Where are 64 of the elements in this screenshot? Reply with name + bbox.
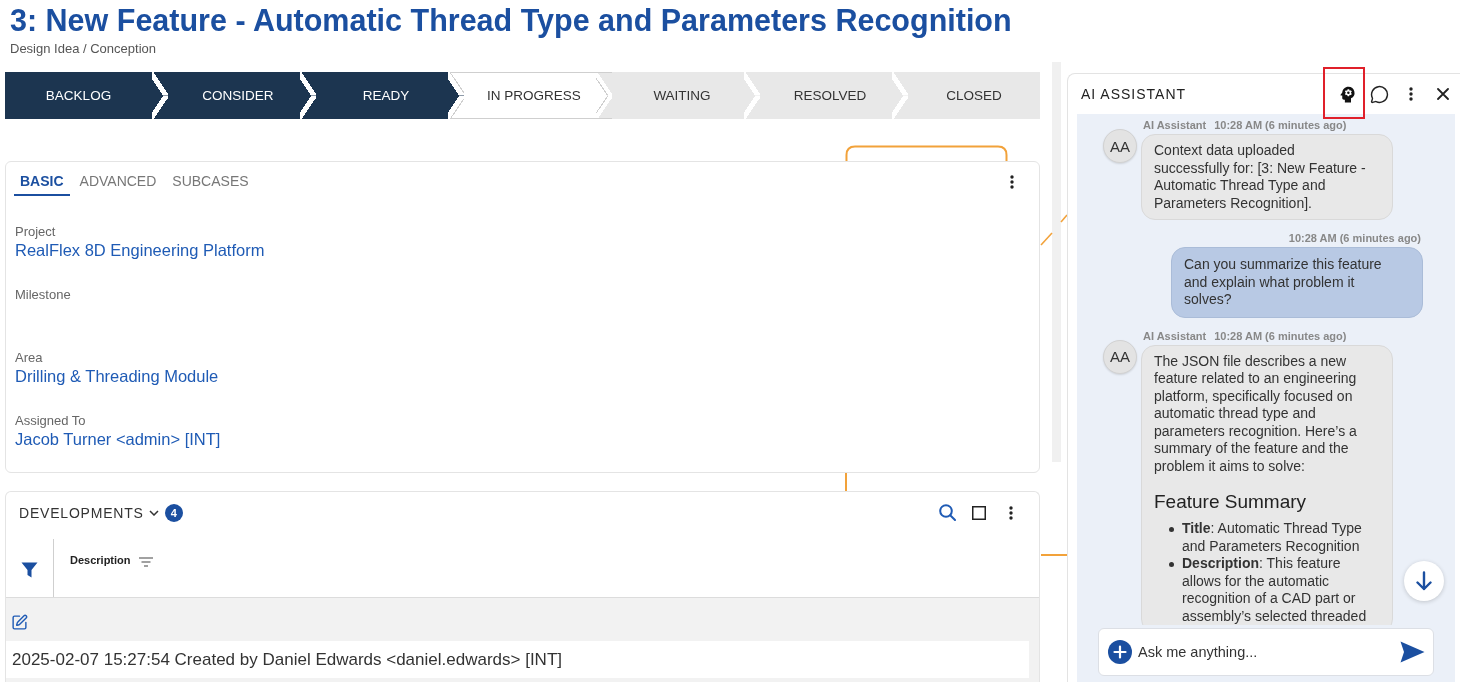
arrow-down-icon bbox=[1416, 571, 1432, 591]
breadcrumb: Design Idea / Conception bbox=[10, 41, 156, 57]
tab[interactable]: ADVANCED bbox=[73, 173, 163, 196]
chevron-down-icon[interactable] bbox=[148, 509, 159, 516]
filter-lines-icon bbox=[138, 557, 153, 567]
count-badge: 4 bbox=[164, 503, 183, 522]
kebab-menu-icon bbox=[1010, 175, 1014, 189]
add-button[interactable] bbox=[1108, 640, 1132, 664]
send-button[interactable] bbox=[1400, 641, 1425, 663]
workflow-stage[interactable]: BACKLOG bbox=[5, 72, 168, 119]
workflow-stage[interactable]: CONSIDER bbox=[168, 72, 316, 119]
column-header[interactable]: Description bbox=[70, 554, 131, 567]
avatar: AA bbox=[1103, 339, 1137, 374]
field-label: Area bbox=[15, 350, 43, 366]
field-label: Project bbox=[15, 224, 56, 240]
field-label: Milestone bbox=[15, 287, 71, 303]
square-icon bbox=[972, 505, 986, 520]
connector-line bbox=[1041, 233, 1052, 245]
list-item-text: Description: This feature allows for the automatic recognition of a CAD part or assembly’s selected threaded bbox=[1182, 555, 1368, 625]
column-filter-button[interactable] bbox=[138, 557, 153, 567]
tab[interactable]: BASIC bbox=[14, 173, 70, 196]
field-label: Assigned To bbox=[15, 413, 86, 429]
connector-line bbox=[845, 473, 847, 491]
workflow-stage[interactable]: WAITING bbox=[612, 72, 760, 119]
scroll-down-button[interactable] bbox=[1404, 561, 1444, 601]
message-text: Context data uploaded successfully for: [3: New Feature - Automatic Thread Type and Parameters Recognition]. bbox=[1154, 142, 1367, 212]
workflow-stage[interactable]: RESOLVED bbox=[760, 72, 908, 119]
message-text: The JSON file describes a new feature related to an engineering platform, specifically focused on automatic thread type and parameters recognition. Here’s a summary of the feature and the problem it aims to solve: bbox=[1154, 352, 1358, 475]
filter-button[interactable] bbox=[21, 561, 38, 578]
message-text: Can you summarize this feature and explain what problem it solves? bbox=[1184, 256, 1383, 309]
bullet-icon bbox=[1169, 562, 1174, 567]
page-title: 3: New Feature - Automatic Thread Type and Parameters Recognition bbox=[10, 2, 1012, 38]
close-icon bbox=[1437, 88, 1449, 100]
connector-line bbox=[1041, 554, 1067, 556]
funnel-icon bbox=[21, 561, 38, 578]
message-heading: Feature Summary bbox=[1154, 491, 1307, 513]
message-time: 10:28 AM (6 minutes ago) bbox=[1288, 232, 1421, 245]
message-time: 10:28 AM (6 minutes ago) bbox=[1214, 329, 1347, 343]
message-time: 10:28 AM (6 minutes ago) bbox=[1214, 119, 1347, 132]
chat-bubble-icon bbox=[1369, 84, 1389, 104]
kebab-menu-icon bbox=[1009, 505, 1013, 520]
workflow-stage[interactable]: IN PROGRESS bbox=[464, 72, 612, 119]
field-value-link[interactable]: Jacob Turner <admin> [INT] bbox=[15, 429, 221, 449]
workflow-stage[interactable]: READY bbox=[316, 72, 464, 119]
workflow-stage[interactable]: CLOSED bbox=[908, 72, 1040, 119]
avatar: AA bbox=[1103, 129, 1137, 163]
search-icon bbox=[938, 504, 956, 521]
chat-composer[interactable]: Ask me anything... bbox=[1098, 628, 1434, 676]
send-icon bbox=[1400, 641, 1425, 663]
edit-icon bbox=[11, 614, 28, 631]
sender-name: AI Assistant bbox=[1143, 119, 1207, 132]
field-value-link[interactable]: RealFlex 8D Engineering Platform bbox=[15, 240, 265, 260]
list-item-text: Title: Automatic Thread Type and Parameters Recognition bbox=[1182, 520, 1363, 555]
message-input[interactable]: Ask me anything... bbox=[1138, 640, 1394, 664]
kebab-menu-icon bbox=[1409, 87, 1413, 101]
tab[interactable]: SUBCASES bbox=[166, 173, 255, 196]
table-cell: 2025-02-07 15:27:54 Created by Daniel Edwards <daniel.edwards> [INT] bbox=[6, 641, 1029, 678]
panel-title: AI ASSISTANT bbox=[1081, 86, 1187, 102]
edit-button[interactable] bbox=[11, 614, 28, 631]
bullet-icon bbox=[1169, 527, 1174, 532]
section-title: DEVELOPMENTS bbox=[19, 504, 144, 521]
field-value-link[interactable]: Drilling & Threading Module bbox=[15, 366, 219, 386]
sender-name: AI Assistant bbox=[1143, 329, 1207, 343]
plus-circle-icon bbox=[1108, 640, 1132, 664]
